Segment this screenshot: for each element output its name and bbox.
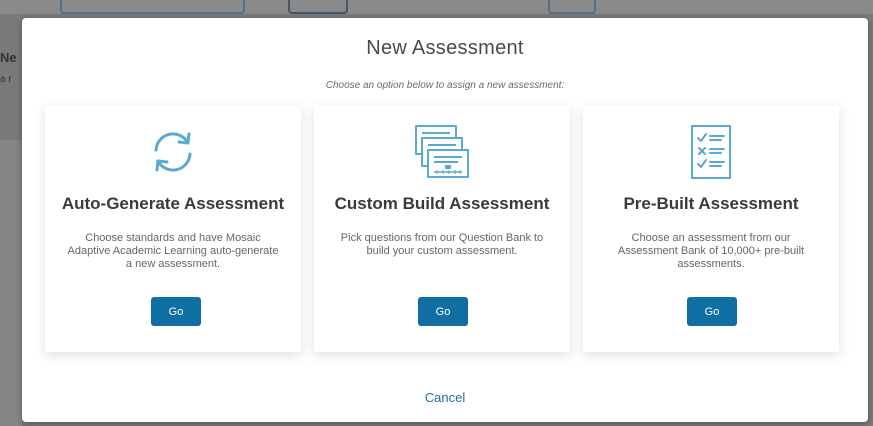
- cancel-link[interactable]: Cancel: [22, 390, 868, 405]
- new-assessment-modal: New Assessment Choose an option below to…: [22, 18, 868, 422]
- background-card: [548, 0, 596, 14]
- background-card: [288, 0, 348, 14]
- go-button-custom-build[interactable]: Go: [418, 297, 468, 326]
- background-heading: Ne: [0, 50, 17, 65]
- go-button-auto-generate[interactable]: Go: [151, 297, 201, 326]
- option-title: Custom Build Assessment: [334, 194, 550, 213]
- option-card-pre-built: Pre-Built Assessment Choose an assessmen…: [583, 106, 839, 352]
- option-description: Choose standards and have Mosaic Adaptiv…: [67, 232, 279, 270]
- option-card-auto-generate: Auto-Generate Assessment Choose standard…: [45, 106, 301, 352]
- modal-subtitle: Choose an option below to assign a new a…: [325, 80, 565, 91]
- background-subtext: a r: [0, 74, 12, 85]
- refresh-arrows-icon: [45, 124, 301, 180]
- go-button-pre-built[interactable]: Go: [687, 297, 737, 326]
- background-panel: [0, 140, 22, 426]
- background-card: [60, 0, 245, 14]
- option-title: Pre-Built Assessment: [623, 194, 799, 213]
- option-title: Auto-Generate Assessment: [61, 194, 285, 213]
- stacked-documents-icon: [314, 124, 570, 180]
- option-description: Pick questions from our Question Bank to…: [340, 232, 544, 257]
- checklist-icon: [583, 124, 839, 180]
- modal-title: New Assessment: [366, 37, 524, 59]
- option-card-custom-build: Custom Build Assessment Pick questions f…: [314, 106, 570, 352]
- option-description: Choose an assessment from our Assessment…: [617, 232, 805, 270]
